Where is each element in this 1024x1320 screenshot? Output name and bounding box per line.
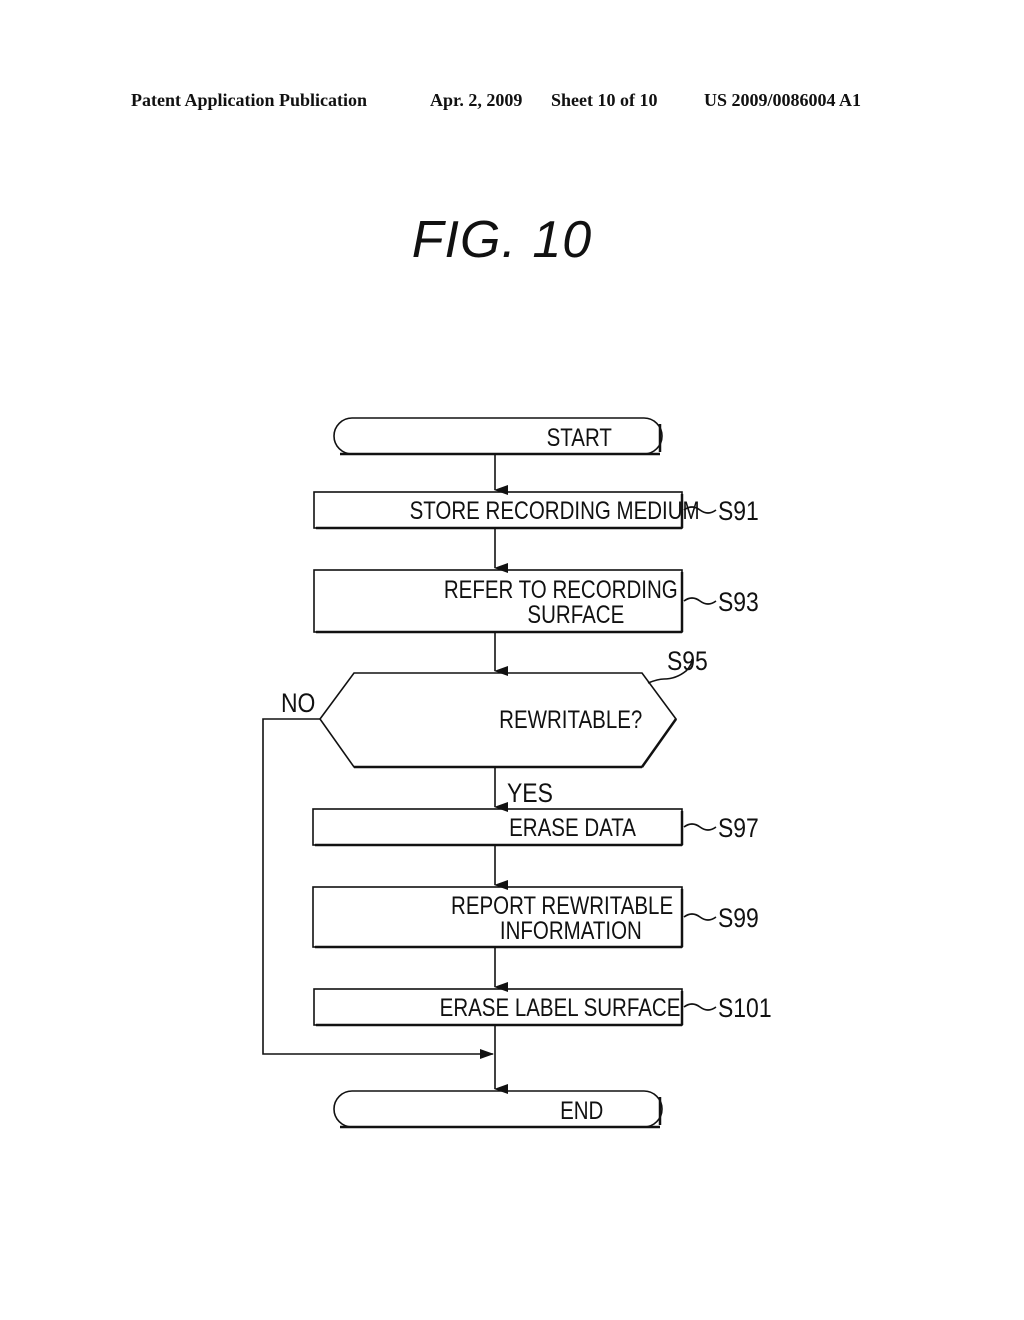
step-s93-text-line2: SURFACE	[527, 600, 624, 628]
step-id-s95: S95	[667, 646, 708, 676]
step-id-s93: S93	[718, 587, 759, 617]
leader-s99	[683, 913, 717, 921]
step-s91-text: STORE RECORDING MEDIUM	[410, 496, 700, 524]
start-label: START	[547, 423, 612, 451]
step-id-s99: S99	[718, 903, 759, 933]
branch-no-label: NO	[281, 688, 315, 718]
start-terminal	[333, 417, 663, 455]
end-terminal	[333, 1090, 663, 1128]
step-s97-text: ERASE DATA	[509, 813, 636, 841]
end-label: END	[560, 1096, 603, 1124]
flowchart: START STORE RECORDING MEDIUM REFER TO RE…	[262, 417, 772, 1129]
step-s99-text-line2: INFORMATION	[500, 916, 642, 944]
leader-s101	[683, 1003, 717, 1011]
branch-yes-label: YES	[507, 778, 553, 808]
step-s101-text: ERASE LABEL SURFACE	[440, 993, 681, 1021]
step-id-s97: S97	[718, 813, 759, 843]
leader-s97	[683, 823, 717, 831]
leader-s93	[683, 597, 717, 605]
step-id-s91: S91	[718, 496, 759, 526]
step-id-s101: S101	[718, 993, 772, 1023]
step-s95-text: REWRITABLE?	[499, 705, 642, 733]
